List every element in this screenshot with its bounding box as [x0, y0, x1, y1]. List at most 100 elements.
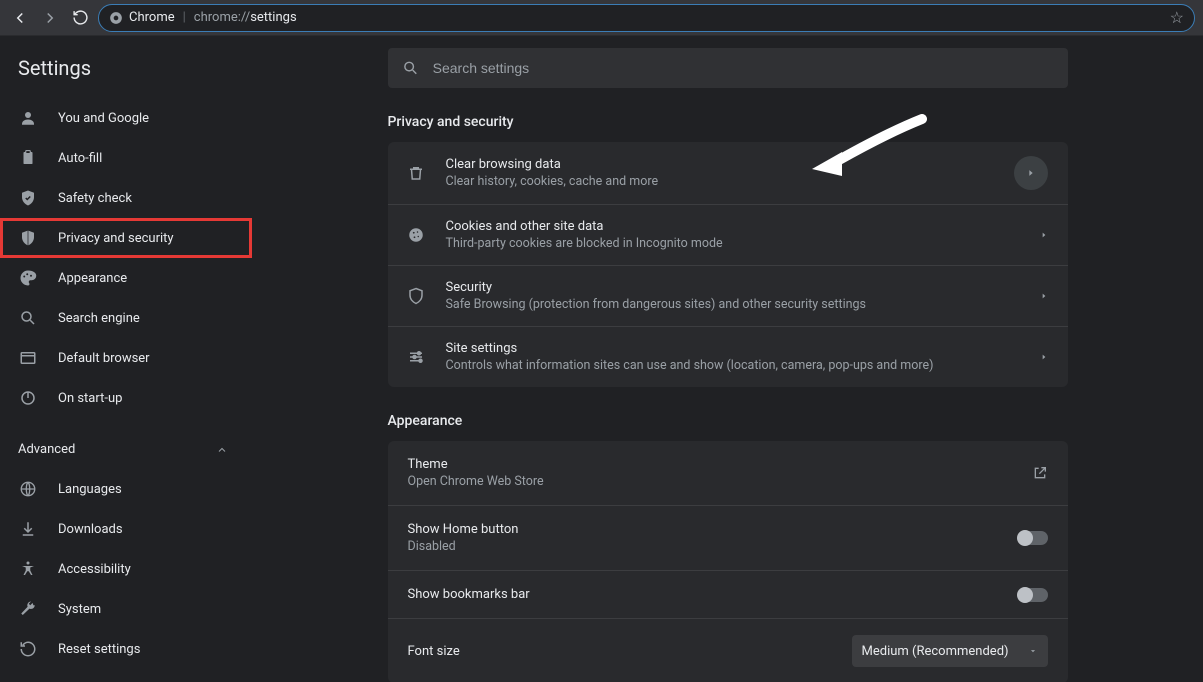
row-subtitle: Third-party cookies are blocked in Incog… [446, 236, 1022, 251]
sidebar-item-reset-settings[interactable]: Reset settings [0, 629, 252, 669]
search-icon [402, 59, 419, 77]
chevron-right-icon [1026, 168, 1036, 178]
sidebar-advanced-label: Advanced [18, 442, 75, 457]
shield-icon [18, 228, 38, 248]
chrome-icon [109, 11, 123, 25]
open-external-icon [1032, 465, 1048, 481]
site-chip: Chrome [109, 10, 175, 25]
row-title: Show bookmarks bar [408, 587, 1000, 602]
sidebar-item-label: Languages [58, 482, 122, 497]
row-subtitle: Safe Browsing (protection from dangerous… [446, 297, 1022, 312]
sidebar-item-autofill[interactable]: Auto-fill [0, 138, 252, 178]
row-subtitle: Clear history, cookies, cache and more [446, 174, 996, 189]
sidebar-item-on-startup[interactable]: On start-up [0, 378, 252, 418]
section-title-privacy: Privacy and security [388, 114, 1068, 130]
address-bar[interactable]: Chrome | chrome://settings ☆ [98, 4, 1195, 32]
settings-title: Settings [0, 50, 252, 98]
arrow-right-icon [41, 9, 59, 27]
download-icon [18, 519, 38, 539]
row-subtitle: Controls what information sites can use … [446, 358, 1022, 373]
section-title-appearance: Appearance [388, 413, 1068, 429]
sidebar-item-accessibility[interactable]: Accessibility [0, 549, 252, 589]
search-input[interactable] [433, 60, 1054, 76]
sidebar-item-label: Accessibility [58, 562, 131, 577]
sidebar-item-label: Privacy and security [58, 231, 174, 246]
sidebar-item-label: Default browser [58, 351, 150, 366]
row-theme[interactable]: Theme Open Chrome Web Store [388, 441, 1068, 506]
back-button[interactable] [8, 6, 32, 30]
toggle-bookmarks-bar[interactable] [1018, 588, 1048, 602]
row-title: Cookies and other site data [446, 219, 1022, 234]
accessibility-icon [18, 559, 38, 579]
restore-icon [18, 639, 38, 659]
sidebar-item-label: You and Google [58, 111, 149, 126]
cookie-icon [404, 223, 428, 247]
row-action-circle[interactable] [1014, 156, 1048, 190]
sidebar-item-languages[interactable]: Languages [0, 469, 252, 509]
sidebar-item-label: Search engine [58, 311, 140, 326]
browser-window-icon [18, 348, 38, 368]
shield-icon [404, 284, 428, 308]
row-subtitle: Open Chrome Web Store [408, 474, 1014, 489]
bookmark-star-button[interactable]: ☆ [1170, 8, 1184, 27]
select-value: Medium (Recommended) [862, 644, 1009, 659]
sidebar-item-system[interactable]: System [0, 589, 252, 629]
wrench-icon [18, 599, 38, 619]
row-show-bookmarks-bar[interactable]: Show bookmarks bar [388, 571, 1068, 619]
row-cookies[interactable]: Cookies and other site data Third-party … [388, 205, 1068, 266]
row-title: Clear browsing data [446, 157, 996, 172]
row-clear-browsing-data[interactable]: Clear browsing data Clear history, cooki… [388, 142, 1068, 205]
sidebar-item-label: Auto-fill [58, 151, 102, 166]
chevron-right-icon [1040, 290, 1048, 302]
row-title: Security [446, 280, 1022, 295]
shield-check-icon [18, 188, 38, 208]
row-subtitle: Disabled [408, 539, 1000, 554]
reload-button[interactable] [68, 6, 92, 30]
sidebar-item-label: Downloads [58, 522, 123, 537]
settings-content: Privacy and security Clear browsing data… [252, 36, 1203, 682]
row-title: Show Home button [408, 522, 1000, 537]
row-title: Site settings [446, 341, 1022, 356]
browser-toolbar: Chrome | chrome://settings ☆ [0, 0, 1203, 36]
sidebar-item-label: System [58, 602, 101, 617]
sidebar-item-you-and-google[interactable]: You and Google [0, 98, 252, 138]
sidebar-item-default-browser[interactable]: Default browser [0, 338, 252, 378]
row-title: Font size [408, 644, 834, 659]
sidebar-item-safety-check[interactable]: Safety check [0, 178, 252, 218]
url-host: chrome:// [194, 10, 250, 25]
sidebar-item-label: Safety check [58, 191, 132, 206]
forward-button[interactable] [38, 6, 62, 30]
person-icon [18, 108, 38, 128]
url-path: settings [250, 10, 296, 25]
sidebar-advanced-toggle[interactable]: Advanced [0, 430, 252, 469]
row-show-home-button[interactable]: Show Home button Disabled [388, 506, 1068, 571]
row-title: Theme [408, 457, 1014, 472]
appearance-card: Theme Open Chrome Web Store Show Home bu… [388, 441, 1068, 682]
globe-icon [18, 479, 38, 499]
row-font-size: Font size Medium (Recommended) [388, 619, 1068, 682]
arrow-left-icon [11, 9, 29, 27]
sidebar-item-downloads[interactable]: Downloads [0, 509, 252, 549]
settings-sidebar: Settings You and Google Auto-fill Safety… [0, 36, 252, 682]
sidebar-item-label: Appearance [58, 271, 127, 286]
sidebar-item-privacy-security[interactable]: Privacy and security [0, 218, 252, 258]
sidebar-item-label: Reset settings [58, 642, 140, 657]
chevron-right-icon [1040, 351, 1048, 363]
omnibox-divider: | [183, 10, 186, 25]
font-size-select[interactable]: Medium (Recommended) [852, 635, 1048, 667]
row-site-settings[interactable]: Site settings Controls what information … [388, 327, 1068, 387]
sidebar-item-search-engine[interactable]: Search engine [0, 298, 252, 338]
tune-icon [404, 345, 428, 369]
chevron-right-icon [1040, 229, 1048, 241]
privacy-card: Clear browsing data Clear history, cooki… [388, 142, 1068, 387]
sidebar-item-appearance[interactable]: Appearance [0, 258, 252, 298]
palette-icon [18, 268, 38, 288]
search-settings-box[interactable] [388, 48, 1068, 88]
reload-icon [72, 9, 89, 26]
chevron-up-icon [216, 444, 228, 456]
row-security[interactable]: Security Safe Browsing (protection from … [388, 266, 1068, 327]
toggle-home-button[interactable] [1018, 531, 1048, 545]
site-chip-label: Chrome [129, 10, 175, 25]
dropdown-triangle-icon [1028, 646, 1038, 656]
trash-icon [404, 161, 428, 185]
